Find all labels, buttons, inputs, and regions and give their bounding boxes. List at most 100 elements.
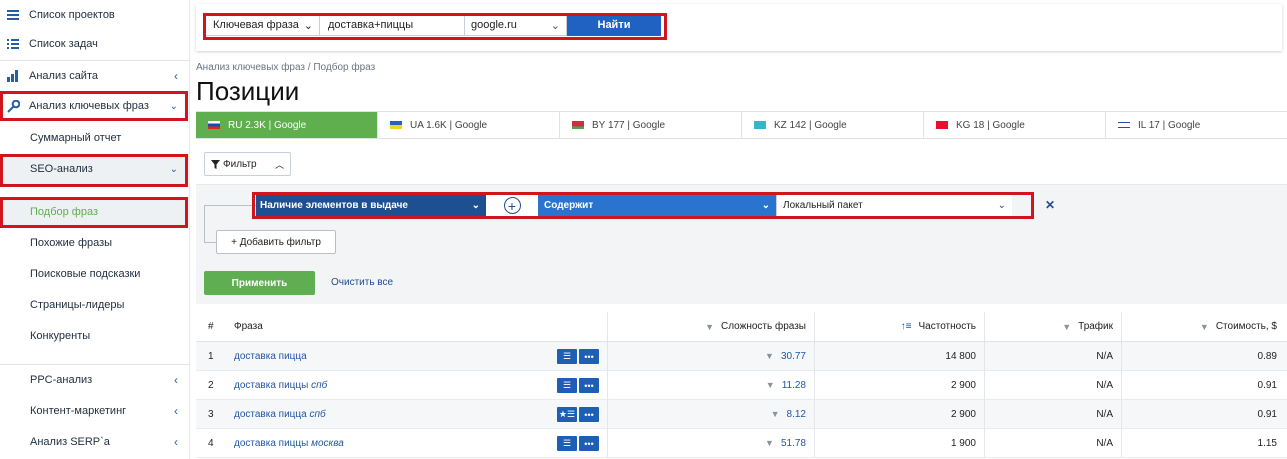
more-icon[interactable]: ••• bbox=[579, 378, 599, 393]
col-label: Стоимость, $ bbox=[1215, 321, 1277, 332]
expand-icon[interactable]: ▼ bbox=[765, 351, 774, 361]
table-row: 4 доставка пиццы москва ☰ ••• ▼ 51.78 1 9… bbox=[196, 429, 1287, 458]
sidebar-item-label: Похожие фразы bbox=[30, 237, 113, 249]
sidebar-item-summary[interactable]: Суммарный отчет bbox=[0, 123, 190, 153]
sidebar-item-label: Контент-маркетинг bbox=[30, 405, 127, 417]
results-table: # Фраза ▼ Сложность фразы ↑≡ Частотность… bbox=[196, 312, 1287, 458]
col-traffic-header[interactable]: ▼ Трафик bbox=[985, 312, 1122, 341]
list-icon[interactable]: ☰ bbox=[557, 378, 577, 393]
more-icon[interactable]: ••• bbox=[579, 407, 599, 422]
more-icon[interactable]: ••• bbox=[579, 436, 599, 451]
list-icon[interactable]: ☰ bbox=[557, 349, 577, 364]
row-actions: ☰ ••• bbox=[557, 378, 599, 393]
sidebar-item-site-analysis[interactable]: Анализ сайта ‹ bbox=[0, 61, 190, 91]
tab-by[interactable]: BY 177 | Google bbox=[560, 112, 742, 138]
difficulty-value: 30.77 bbox=[780, 350, 806, 362]
breadcrumb[interactable]: Анализ ключевых фраз / Подбор фраз bbox=[196, 62, 375, 73]
sidebar-item-content[interactable]: Контент-маркетинг ‹ bbox=[0, 396, 190, 426]
sidebar-item-serp[interactable]: Анализ SERP`а ‹ bbox=[0, 427, 190, 457]
sidebar-item-ppc[interactable]: PPC-анализ ‹ bbox=[0, 365, 190, 395]
sort-icon: ▼ bbox=[705, 321, 715, 332]
highlight-box bbox=[0, 197, 188, 228]
expand-icon[interactable]: ▼ bbox=[771, 409, 780, 419]
flag-ua-icon bbox=[390, 121, 402, 129]
list-icon bbox=[6, 37, 20, 51]
starred-list-icon[interactable]: ★☰ bbox=[557, 407, 577, 422]
tab-kg[interactable]: KG 18 | Google bbox=[924, 112, 1106, 138]
filter-tree-line bbox=[204, 205, 256, 206]
tab-kz[interactable]: KZ 142 | Google bbox=[742, 112, 924, 138]
tab-label: IL 17 | Google bbox=[1138, 119, 1201, 131]
sort-icon: ▼ bbox=[1199, 321, 1209, 332]
chevron-up-icon: ︿ bbox=[274, 159, 284, 170]
sidebar-item-similar[interactable]: Похожие фразы bbox=[0, 228, 190, 258]
tab-ru[interactable]: RU 2.3K | Google bbox=[196, 112, 378, 138]
row-frequency: 2 900 bbox=[815, 400, 985, 428]
phrase-link[interactable]: доставка пицца спб bbox=[234, 409, 326, 420]
sidebar: Список проектов Список задач Анализ сайт… bbox=[0, 0, 190, 459]
flag-kz-icon bbox=[754, 121, 766, 129]
sidebar-item-label: Список задач bbox=[29, 38, 98, 50]
tab-label: RU 2.3K | Google bbox=[228, 119, 307, 131]
remove-filter-icon[interactable]: ✕ bbox=[1045, 198, 1055, 212]
table-row: 2 доставка пиццы спб ☰ ••• ▼ 11.28 2 900 … bbox=[196, 371, 1287, 400]
menu-icon bbox=[6, 8, 20, 22]
filter-tree-line bbox=[204, 205, 205, 242]
flag-by-icon bbox=[572, 121, 584, 129]
row-actions: ☰ ••• bbox=[557, 436, 599, 451]
highlight-box bbox=[203, 13, 667, 40]
sidebar-item-projects[interactable]: Список проектов bbox=[0, 0, 190, 30]
row-cost: 0.91 bbox=[1257, 408, 1277, 420]
row-cost: 0.89 bbox=[1257, 350, 1277, 362]
phrase-link[interactable]: доставка пиццы спб bbox=[234, 380, 327, 391]
flag-kg-icon bbox=[936, 121, 948, 129]
row-frequency: 14 800 bbox=[815, 342, 985, 370]
row-frequency: 1 900 bbox=[815, 429, 985, 457]
sidebar-item-tasks[interactable]: Список задач bbox=[0, 29, 190, 59]
col-num-header: # bbox=[208, 321, 214, 332]
row-actions: ★☰ ••• bbox=[557, 407, 599, 422]
row-num: 4 bbox=[208, 437, 214, 449]
col-difficulty-header[interactable]: ▼ Сложность фразы bbox=[608, 312, 815, 341]
row-traffic: N/A bbox=[985, 429, 1122, 457]
list-icon[interactable]: ☰ bbox=[557, 436, 577, 451]
col-cost-header[interactable]: ▼ Стоимость, $ bbox=[1122, 312, 1287, 341]
tab-ua[interactable]: UA 1.6K | Google bbox=[378, 112, 560, 138]
row-num: 2 bbox=[208, 379, 214, 391]
difficulty-value: 51.78 bbox=[780, 437, 806, 449]
expand-icon[interactable]: ▼ bbox=[766, 380, 775, 390]
page-title: Позиции bbox=[196, 76, 300, 106]
tab-il[interactable]: IL 17 | Google bbox=[1106, 112, 1287, 138]
filter-toggle: Фильтр bbox=[211, 159, 257, 170]
sidebar-item-label: Страницы-лидеры bbox=[30, 299, 125, 311]
row-num: 3 bbox=[208, 408, 214, 420]
add-filter-button[interactable]: + Добавить фильтр bbox=[216, 230, 336, 254]
row-difficulty: ▼ 11.28 bbox=[608, 371, 815, 399]
clear-all-link[interactable]: Очистить все bbox=[331, 277, 393, 288]
sidebar-item-label: Список проектов bbox=[29, 9, 115, 21]
tab-label: KZ 142 | Google bbox=[774, 119, 847, 131]
sidebar-item-suggestions[interactable]: Поисковые подсказки bbox=[0, 259, 190, 289]
highlight-box bbox=[0, 91, 188, 121]
col-phrase-header[interactable]: Фраза bbox=[226, 312, 608, 341]
table-row: 3 доставка пицца спб ★☰ ••• ▼ 8.12 2 900 … bbox=[196, 400, 1287, 429]
phrase-link[interactable]: доставка пицца bbox=[234, 351, 307, 362]
row-difficulty: ▼ 8.12 bbox=[608, 400, 815, 428]
highlight-box bbox=[0, 154, 188, 187]
apply-button[interactable]: Применить bbox=[204, 271, 315, 295]
row-cost: 1.15 bbox=[1257, 437, 1277, 449]
more-icon[interactable]: ••• bbox=[579, 349, 599, 364]
sidebar-item-leaders[interactable]: Страницы-лидеры bbox=[0, 290, 190, 320]
phrase-text: доставка пицца bbox=[234, 408, 307, 420]
sidebar-item-competitors[interactable]: Конкуренты bbox=[0, 321, 190, 351]
phrase-link[interactable]: доставка пиццы москва bbox=[234, 438, 344, 449]
col-frequency-header[interactable]: ↑≡ Частотность bbox=[815, 312, 985, 341]
row-frequency: 2 900 bbox=[815, 371, 985, 399]
col-label: Трафик bbox=[1078, 321, 1113, 332]
expand-icon[interactable]: ▼ bbox=[765, 438, 774, 448]
highlight-box bbox=[252, 192, 1034, 219]
sidebar-item-label: Поисковые подсказки bbox=[30, 268, 141, 280]
filter-toggle-button[interactable]: Фильтр ︿ bbox=[204, 152, 291, 176]
sidebar-item-label: PPC-анализ bbox=[30, 374, 93, 386]
filter-tree-line bbox=[204, 242, 216, 243]
